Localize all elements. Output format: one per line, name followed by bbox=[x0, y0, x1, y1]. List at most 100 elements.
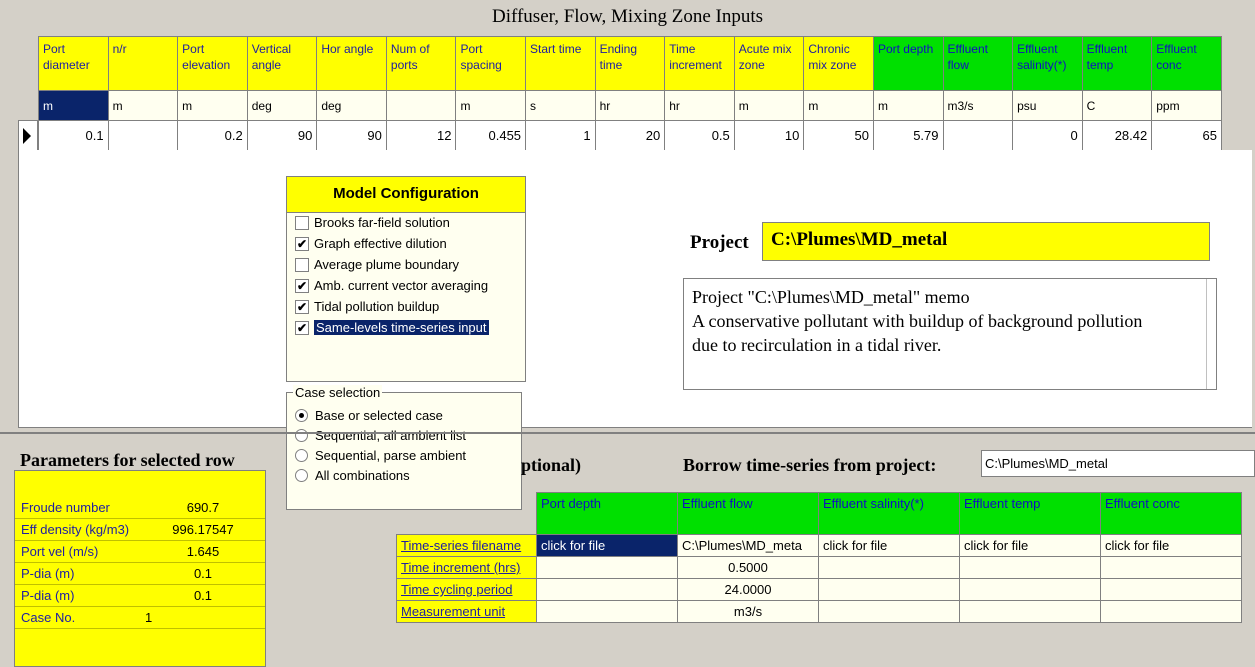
ts-cell[interactable] bbox=[536, 600, 678, 623]
value-cell[interactable]: 28.42 bbox=[1081, 120, 1153, 151]
model-option[interactable]: ✔ Same-levels time-series input bbox=[287, 318, 525, 339]
ts-cell[interactable] bbox=[959, 600, 1101, 623]
value-cell[interactable]: 0.2 bbox=[177, 120, 248, 151]
column-header[interactable]: Acute mix zone bbox=[733, 36, 805, 91]
checkbox[interactable]: ✔ bbox=[295, 279, 309, 293]
ts-cell[interactable] bbox=[536, 578, 678, 601]
unit-cell[interactable]: deg bbox=[246, 90, 318, 121]
unit-cell[interactable]: ppm bbox=[1151, 90, 1222, 121]
value-cell[interactable]: 20 bbox=[594, 120, 666, 151]
memo-scrollbar[interactable] bbox=[1206, 279, 1216, 389]
radio-button[interactable] bbox=[295, 469, 308, 482]
value-cell[interactable]: 90 bbox=[246, 120, 318, 151]
ts-cell[interactable]: click for file bbox=[536, 534, 678, 557]
case-option[interactable]: Sequential, parse ambient bbox=[295, 447, 466, 467]
column-header[interactable]: Num of ports bbox=[385, 36, 457, 91]
ts-cell[interactable] bbox=[536, 556, 678, 579]
radio-button[interactable] bbox=[295, 429, 308, 442]
model-option[interactable]: ✔ Amb. current vector averaging bbox=[287, 276, 525, 297]
column-header[interactable]: Time increment bbox=[664, 36, 735, 91]
value-cell[interactable] bbox=[942, 120, 1014, 151]
checkbox[interactable] bbox=[295, 258, 309, 272]
unit-cell[interactable] bbox=[385, 90, 457, 121]
unit-cell[interactable]: m bbox=[38, 90, 109, 121]
checkbox[interactable] bbox=[295, 216, 309, 230]
column-header[interactable]: Effluent salinity(*) bbox=[1012, 36, 1083, 91]
case-option[interactable]: Sequential, all ambient list bbox=[295, 427, 466, 447]
ts-column-header[interactable]: Effluent temp bbox=[959, 492, 1101, 535]
column-header[interactable]: n/r bbox=[107, 36, 179, 91]
unit-cell[interactable]: C bbox=[1081, 90, 1153, 121]
unit-cell[interactable]: m3/s bbox=[942, 90, 1014, 121]
radio-button[interactable] bbox=[295, 409, 308, 422]
value-cell[interactable]: 65 bbox=[1151, 120, 1222, 151]
row-selector[interactable] bbox=[18, 120, 38, 151]
project-path-field[interactable]: C:\Plumes\MD_metal bbox=[762, 222, 1210, 261]
value-cell[interactable]: 90 bbox=[316, 120, 387, 151]
column-header[interactable]: Chronic mix zone bbox=[803, 36, 874, 91]
ts-cell[interactable]: click for file bbox=[959, 534, 1101, 557]
ts-cell[interactable] bbox=[818, 600, 960, 623]
unit-cell[interactable]: m bbox=[872, 90, 944, 121]
value-cell[interactable]: 0 bbox=[1012, 120, 1083, 151]
checkbox[interactable]: ✔ bbox=[295, 300, 309, 314]
value-cell[interactable]: 50 bbox=[803, 120, 874, 151]
ts-column-header[interactable]: Effluent salinity(*) bbox=[818, 492, 960, 535]
checkbox[interactable]: ✔ bbox=[295, 321, 309, 335]
unit-cell[interactable]: m bbox=[455, 90, 527, 121]
column-header[interactable]: Effluent conc bbox=[1151, 36, 1222, 91]
unit-cell[interactable]: m bbox=[177, 90, 248, 121]
column-header[interactable]: Start time bbox=[525, 36, 596, 91]
ts-column-header[interactable]: Effluent conc bbox=[1100, 492, 1242, 535]
unit-cell[interactable]: m bbox=[107, 90, 179, 121]
ts-column-header[interactable]: Effluent flow bbox=[677, 492, 819, 535]
ts-cell[interactable]: 0.5000 bbox=[677, 556, 819, 579]
radio-button[interactable] bbox=[295, 449, 308, 462]
unit-cell[interactable]: m bbox=[733, 90, 805, 121]
ts-cell[interactable] bbox=[1100, 578, 1242, 601]
value-cell[interactable]: 12 bbox=[385, 120, 457, 151]
value-cell[interactable]: 0.455 bbox=[455, 120, 527, 151]
value-cell[interactable]: 0.1 bbox=[38, 120, 109, 151]
ts-cell[interactable] bbox=[959, 578, 1101, 601]
checkbox[interactable]: ✔ bbox=[295, 237, 309, 251]
column-header[interactable]: Hor angle bbox=[316, 36, 387, 91]
value-cell[interactable]: 5.79 bbox=[872, 120, 944, 151]
column-header[interactable]: Effluent flow bbox=[942, 36, 1014, 91]
column-header[interactable]: Port elevation bbox=[177, 36, 248, 91]
ts-cell[interactable] bbox=[1100, 556, 1242, 579]
ts-cell[interactable] bbox=[818, 556, 960, 579]
ts-cell[interactable]: m3/s bbox=[677, 600, 819, 623]
value-cell[interactable]: 0.5 bbox=[664, 120, 735, 151]
value-cell[interactable]: 10 bbox=[733, 120, 805, 151]
column-header[interactable]: Vertical angle bbox=[246, 36, 318, 91]
project-memo[interactable]: Project "C:\Plumes\MD_metal" memo A cons… bbox=[683, 278, 1217, 390]
ts-cell[interactable] bbox=[1100, 600, 1242, 623]
value-cell[interactable] bbox=[107, 120, 179, 151]
ts-cell[interactable]: C:\Plumes\MD_meta bbox=[677, 534, 819, 557]
unit-cell[interactable]: psu bbox=[1012, 90, 1083, 121]
unit-cell[interactable]: deg bbox=[316, 90, 387, 121]
column-header[interactable]: Effluent temp bbox=[1081, 36, 1153, 91]
unit-cell[interactable]: hr bbox=[664, 90, 735, 121]
case-option[interactable]: All combinations bbox=[295, 467, 410, 487]
model-option[interactable]: Brooks far-field solution bbox=[287, 213, 525, 234]
unit-cell[interactable]: m bbox=[803, 90, 874, 121]
column-header[interactable]: Port depth bbox=[872, 36, 944, 91]
ts-cell[interactable]: click for file bbox=[1100, 534, 1242, 557]
borrow-project-field[interactable]: C:\Plumes\MD_metal bbox=[981, 450, 1255, 477]
unit-cell[interactable]: hr bbox=[594, 90, 666, 121]
model-option[interactable]: ✔ Tidal pollution buildup bbox=[287, 297, 525, 318]
case-option[interactable]: Base or selected case bbox=[295, 407, 443, 427]
ts-cell[interactable]: 24.0000 bbox=[677, 578, 819, 601]
ts-cell[interactable] bbox=[818, 578, 960, 601]
ts-cell[interactable]: click for file bbox=[818, 534, 960, 557]
ts-column-header[interactable]: Port depth bbox=[536, 492, 678, 535]
column-header[interactable]: Port spacing bbox=[455, 36, 527, 91]
model-option[interactable]: Average plume boundary bbox=[287, 255, 525, 276]
ts-cell[interactable] bbox=[959, 556, 1101, 579]
column-header[interactable]: Ending time bbox=[594, 36, 666, 91]
model-option[interactable]: ✔ Graph effective dilution bbox=[287, 234, 525, 255]
unit-cell[interactable]: s bbox=[525, 90, 596, 121]
column-header[interactable]: Port diameter bbox=[38, 36, 109, 91]
